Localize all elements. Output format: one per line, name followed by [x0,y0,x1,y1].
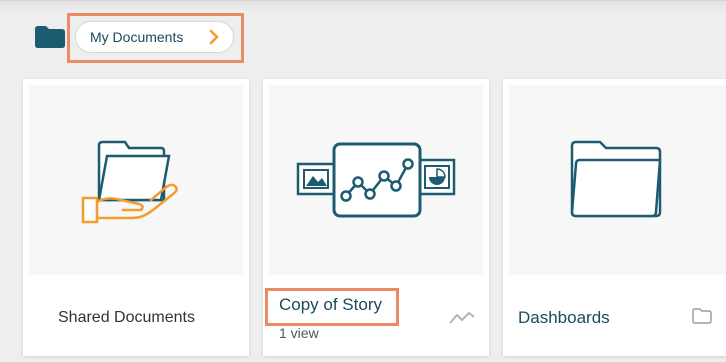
chevron-right-icon [209,29,219,45]
story-card-copy-of-story[interactable]: Copy of Story 1 view [263,79,489,356]
folder-small-icon [692,308,712,324]
breadcrumb[interactable]: My Documents [75,21,234,53]
shared-folder-hand-icon [81,140,178,224]
card-title[interactable]: Dashboards [518,308,610,328]
card-view-count: 1 view [279,325,319,341]
story-chart-icon [296,142,456,218]
folder-outline-icon [570,140,662,218]
card-title[interactable]: Copy of Story [279,295,382,315]
card-title[interactable]: Shared Documents [58,309,195,327]
folder-icon[interactable] [35,26,65,48]
card-thumbnail [509,85,726,275]
card-thumbnail [29,85,243,275]
breadcrumb-label: My Documents [90,29,184,45]
folder-card-dashboards[interactable]: Dashboards [503,79,726,356]
top-border [0,0,726,12]
folder-card-shared-documents[interactable]: Shared Documents [23,79,249,356]
trend-line-icon [449,312,475,324]
card-thumbnail [269,85,483,275]
